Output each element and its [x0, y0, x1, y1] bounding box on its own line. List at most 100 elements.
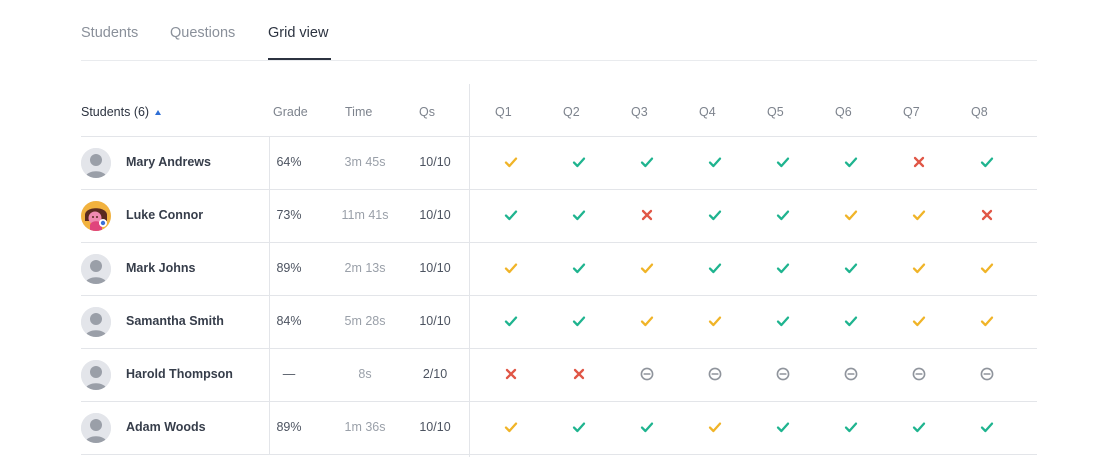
cross-icon[interactable]: [571, 366, 587, 382]
qs-cell: 10/10: [419, 314, 451, 328]
tab-students[interactable]: Students: [81, 25, 138, 41]
time-cell: 11m 41s: [341, 208, 389, 222]
check-icon[interactable]: [639, 154, 655, 170]
grade-cell: 89%: [276, 261, 302, 275]
grade-column-header[interactable]: Grade: [273, 105, 308, 119]
question-header-7[interactable]: Q7: [903, 105, 920, 119]
student-row[interactable]: Luke Connor 73% 11m 41s 10/10: [81, 189, 1037, 243]
check-icon[interactable]: [639, 419, 655, 435]
grade-cell: 73%: [276, 208, 302, 222]
time-column-header[interactable]: Time: [345, 105, 372, 119]
question-header-1[interactable]: Q1: [495, 105, 512, 119]
sort-ascending-icon: [155, 110, 162, 115]
check-icon[interactable]: [979, 419, 995, 435]
name-column-divider: [269, 136, 270, 189]
student-name[interactable]: Mark Johns: [126, 261, 195, 275]
name-column-divider: [269, 189, 270, 242]
unanswered-icon[interactable]: [911, 366, 927, 382]
cross-icon[interactable]: [639, 207, 655, 223]
unanswered-icon[interactable]: [707, 366, 723, 382]
question-header-6[interactable]: Q6: [835, 105, 852, 119]
check-icon[interactable]: [571, 419, 587, 435]
check-icon[interactable]: [775, 260, 791, 276]
time-cell: 5m 28s: [344, 314, 386, 328]
student-row[interactable]: Harold Thompson — 8s 2/10: [81, 348, 1037, 402]
tab-grid-view[interactable]: Grid view: [268, 25, 328, 41]
question-header-2[interactable]: Q2: [563, 105, 580, 119]
check-icon[interactable]: [503, 313, 519, 329]
partial-check-icon[interactable]: [843, 207, 859, 223]
student-name[interactable]: Mary Andrews: [126, 155, 211, 169]
check-icon[interactable]: [775, 313, 791, 329]
active-tab-indicator: [268, 58, 331, 60]
view-tabs: Students Questions Grid view: [81, 0, 1037, 61]
partial-check-icon[interactable]: [911, 313, 927, 329]
check-icon[interactable]: [911, 419, 927, 435]
qs-cell: 2/10: [422, 367, 448, 381]
partial-check-icon[interactable]: [503, 154, 519, 170]
check-icon[interactable]: [775, 207, 791, 223]
question-header-3[interactable]: Q3: [631, 105, 648, 119]
avatar: [81, 254, 111, 284]
check-icon[interactable]: [707, 260, 723, 276]
avatar: [81, 148, 111, 178]
grid-header: Students (6) Grade Time Qs Q1 Q2 Q3 Q4 Q5 Q6 Q…: [81, 84, 1037, 137]
question-header-4[interactable]: Q4: [699, 105, 716, 119]
partial-check-icon[interactable]: [979, 260, 995, 276]
avatar: [81, 201, 111, 231]
partial-check-icon[interactable]: [639, 313, 655, 329]
avatar: [81, 413, 111, 443]
question-header-5[interactable]: Q5: [767, 105, 784, 119]
student-name[interactable]: Harold Thompson: [126, 367, 233, 381]
check-icon[interactable]: [843, 313, 859, 329]
student-row[interactable]: Mark Johns 89% 2m 13s 10/10: [81, 242, 1037, 296]
check-icon[interactable]: [843, 260, 859, 276]
check-icon[interactable]: [775, 419, 791, 435]
cross-icon[interactable]: [503, 366, 519, 382]
qs-cell: 10/10: [419, 420, 451, 434]
student-name[interactable]: Samantha Smith: [126, 314, 224, 328]
check-icon[interactable]: [571, 207, 587, 223]
check-icon[interactable]: [707, 207, 723, 223]
name-column-divider: [269, 242, 270, 295]
unanswered-icon[interactable]: [775, 366, 791, 382]
student-row[interactable]: Adam Woods 89% 1m 36s 10/10: [81, 401, 1037, 455]
student-row[interactable]: Mary Andrews 64% 3m 45s 10/10: [81, 136, 1037, 190]
qs-cell: 10/10: [419, 155, 451, 169]
tab-questions[interactable]: Questions: [170, 25, 235, 41]
check-icon[interactable]: [843, 419, 859, 435]
partial-check-icon[interactable]: [979, 313, 995, 329]
unanswered-icon[interactable]: [843, 366, 859, 382]
check-icon[interactable]: [843, 154, 859, 170]
name-column-divider: [269, 401, 270, 454]
cross-icon[interactable]: [911, 154, 927, 170]
partial-check-icon[interactable]: [503, 419, 519, 435]
partial-check-icon[interactable]: [707, 419, 723, 435]
student-name[interactable]: Luke Connor: [126, 208, 203, 222]
student-row[interactable]: Samantha Smith 84% 5m 28s 10/10: [81, 295, 1037, 349]
check-icon[interactable]: [775, 154, 791, 170]
students-header-label: Students (6): [81, 105, 150, 119]
unanswered-icon[interactable]: [639, 366, 655, 382]
partial-check-icon[interactable]: [639, 260, 655, 276]
partial-check-icon[interactable]: [911, 207, 927, 223]
partial-check-icon[interactable]: [707, 313, 723, 329]
question-header-8[interactable]: Q8: [971, 105, 988, 119]
grade-cell: 64%: [276, 155, 302, 169]
student-name[interactable]: Adam Woods: [126, 420, 206, 434]
qs-column-header[interactable]: Qs: [419, 105, 435, 119]
partial-check-icon[interactable]: [911, 260, 927, 276]
check-icon[interactable]: [503, 207, 519, 223]
grade-cell: 84%: [276, 314, 302, 328]
cross-icon[interactable]: [979, 207, 995, 223]
check-icon[interactable]: [571, 313, 587, 329]
unanswered-icon[interactable]: [979, 366, 995, 382]
time-cell: 8s: [358, 367, 372, 381]
time-cell: 3m 45s: [344, 155, 386, 169]
check-icon[interactable]: [979, 154, 995, 170]
check-icon[interactable]: [571, 260, 587, 276]
check-icon[interactable]: [571, 154, 587, 170]
students-column-header[interactable]: Students (6): [81, 105, 162, 119]
check-icon[interactable]: [707, 154, 723, 170]
partial-check-icon[interactable]: [503, 260, 519, 276]
